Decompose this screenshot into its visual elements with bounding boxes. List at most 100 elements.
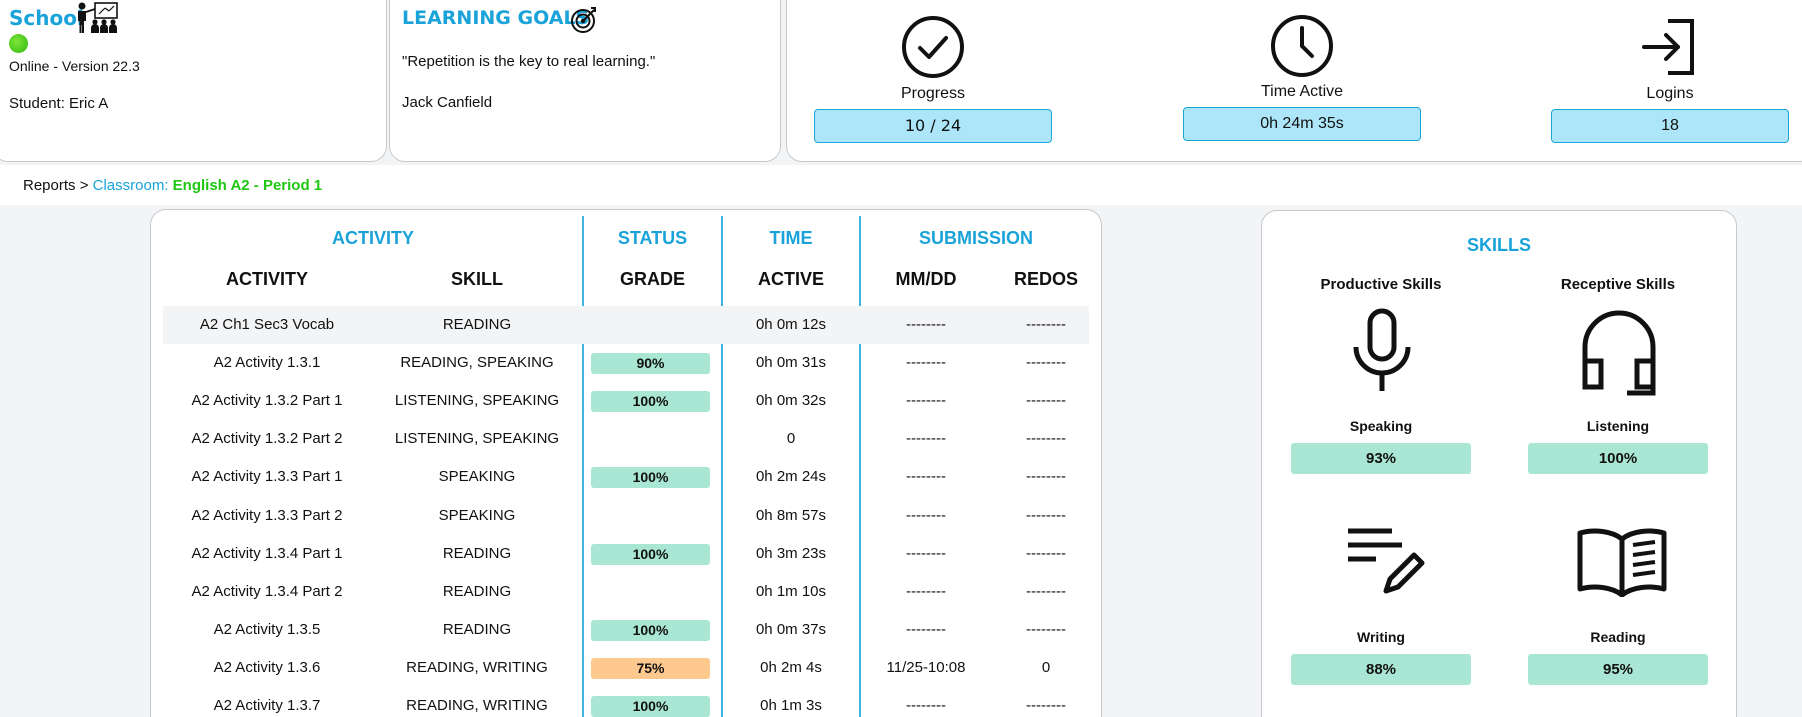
cell-active: 0h 0m 32s [755,392,827,410]
table-row[interactable]: A2 Activity 1.3.3 Part 2 SPEAKING 0h 8m 57… [163,497,1089,535]
cell-skill: LISTENING, SPEAKING [394,430,560,448]
breadcrumb-reports-link[interactable]: Reports [23,177,76,194]
cell-redos: -------- [1026,582,1066,600]
column-header-active: ACTIVE [757,269,824,289]
cell-activity: A2 Activity 1.3.4 Part 1 [191,544,343,562]
cell-activity: A2 Activity 1.3.5 [213,620,321,638]
logins-value: 18 [1551,109,1789,143]
productive-skills-heading: Productive Skills [1320,276,1442,293]
cell-redos: -------- [1026,620,1066,638]
cell-redos: -------- [1026,506,1066,524]
student-name: Student: Eric A [9,95,109,112]
cell-active: 0h 1m 10s [755,582,827,600]
cell-date: -------- [906,392,946,410]
grade-badge: 100% [591,543,710,565]
listening-label: Listening [1586,418,1650,434]
cell-redos: -------- [1026,316,1066,333]
column-header-activity: ACTIVITY [225,269,308,289]
cell-date: -------- [906,506,946,524]
group-header-submission: SUBMISSION [918,228,1033,248]
cell-date: -------- [906,697,946,714]
cell-active: 0h 0m 12s [755,316,827,333]
cell-date: 11/25-10:08 [886,658,966,676]
cell-skill: READING [442,582,512,600]
table-row[interactable]: A2 Activity 1.3.2 Part 1 LISTENING, SPEAK… [163,382,1089,420]
table-row[interactable]: A2 Activity 1.3.2 Part 2 LISTENING, SPEAK… [163,420,1089,458]
cell-active: 0h 0m 37s [755,620,827,638]
grade-badge: 100% [591,696,710,717]
cell-date: -------- [906,620,946,638]
cell-date: -------- [906,316,946,333]
cell-active: 0h 2m 4s [760,658,822,676]
cell-skill: READING [442,544,512,562]
progress-label: Progress [900,85,966,102]
cell-activity: A2 Activity 1.3.6 [213,658,321,676]
table-row[interactable]: A2 Activity 1.3.4 Part 2 READING 0h 1m 10s… [163,573,1089,611]
cell-active: 0h 0m 31s [755,354,827,372]
open-book-icon [1577,528,1667,597]
cell-activity: A2 Activity 1.3.4 Part 2 [191,582,343,600]
cell-activity: A2 Activity 1.3.7 [213,697,321,714]
speaking-label: Speaking [1349,418,1413,434]
grade-badge: 75% [591,657,710,679]
cell-active: 0h 2m 24s [755,468,827,486]
learning-goals-title: LEARNING GOALS [402,7,590,29]
cell-skill: READING, WRITING [406,658,548,676]
cell-redos: -------- [1026,392,1066,410]
cell-redos: -------- [1026,430,1066,448]
cell-date: -------- [906,582,946,600]
writing-score: 88% [1291,654,1471,685]
cell-activity: A2 Activity 1.3.3 Part 1 [191,468,343,486]
table-row[interactable]: A2 Activity 1.3.4 Part 1 READING 0h 3m 23s… [163,535,1089,573]
group-header-activity: ACTIVITY [331,228,414,248]
reading-label: Reading [1590,629,1646,645]
cell-skill: READING [442,316,512,333]
online-status-indicator [9,34,28,53]
cell-redos: -------- [1026,544,1066,562]
breadcrumb: Reports > Classroom: English A2 - Period… [23,177,322,194]
column-header-date: MM/DD [895,269,957,289]
table-row[interactable]: A2 Activity 1.3.3 Part 1 SPEAKING 0h 2m 24… [163,458,1089,496]
cell-skill: READING, WRITING [406,697,548,714]
cell-skill: SPEAKING [438,506,516,524]
check-circle-icon [902,16,964,78]
time-active-value: 0h 24m 35s [1183,107,1421,141]
cell-activity: A2 Activity 1.3.1 [213,354,321,372]
cell-activity: A2 Ch1 Sec3 Vocab [199,316,335,333]
cell-activity: A2 Activity 1.3.2 Part 1 [191,392,343,410]
column-header-skill: SKILL [451,269,503,289]
table-row[interactable]: A2 Activity 1.3.5 READING 0h 0m 37s -------… [163,611,1089,649]
table-row[interactable]: A2 Activity 1.3.1 READING, SPEAKING 0h 0m … [163,344,1089,382]
speaking-score: 93% [1291,443,1471,474]
table-row[interactable]: A2 Ch1 Sec3 Vocab READING 0h 0m 12s -------… [163,306,1089,344]
clock-icon [1271,15,1333,77]
breadcrumb-course-name[interactable]: English A2 - Period 1 [173,177,322,194]
cell-date: -------- [906,468,946,486]
grade-badge: 100% [591,391,710,413]
login-icon [1642,19,1694,75]
table-row[interactable]: A2 Activity 1.3.6 READING, WRITING 0h 2m 4… [163,649,1089,687]
skills-card: SKILLS Productive Skills Receptive Skill… [1261,210,1737,717]
time-active-stat: Time Active 0h 24m 35s [1183,13,1421,141]
receptive-skills-heading: Receptive Skills [1560,276,1676,293]
goal-quote: "Repetition is the key to real learning.… [402,53,656,70]
headphones-icon [1582,310,1656,396]
quote-author: Jack Canfield [402,94,493,111]
time-active-label: Time Active [1260,83,1344,100]
cell-active: 0h 8m 57s [755,506,827,524]
writing-label: Writing [1357,629,1405,645]
version-text: Online - Version 22.3 [9,58,140,74]
cell-date: -------- [906,544,946,562]
cell-date: -------- [906,354,946,372]
cell-active: 0 [786,430,796,448]
cell-skill: READING [442,620,512,638]
grade-badge: 100% [591,619,710,641]
cell-skill: READING, SPEAKING [400,354,554,372]
table-row[interactable]: A2 Activity 1.3.7 READING, WRITING 0h 1m 3… [163,687,1089,717]
cell-activity: A2 Activity 1.3.2 Part 2 [191,430,343,448]
cell-redos: 0 [1041,658,1051,676]
grade-badge: 90% [591,353,710,375]
group-header-status: STATUS [617,228,688,248]
cell-date: -------- [906,430,946,448]
stats-card: Progress 10 / 24 Time Active 0h 24m 35s … [786,0,1802,162]
